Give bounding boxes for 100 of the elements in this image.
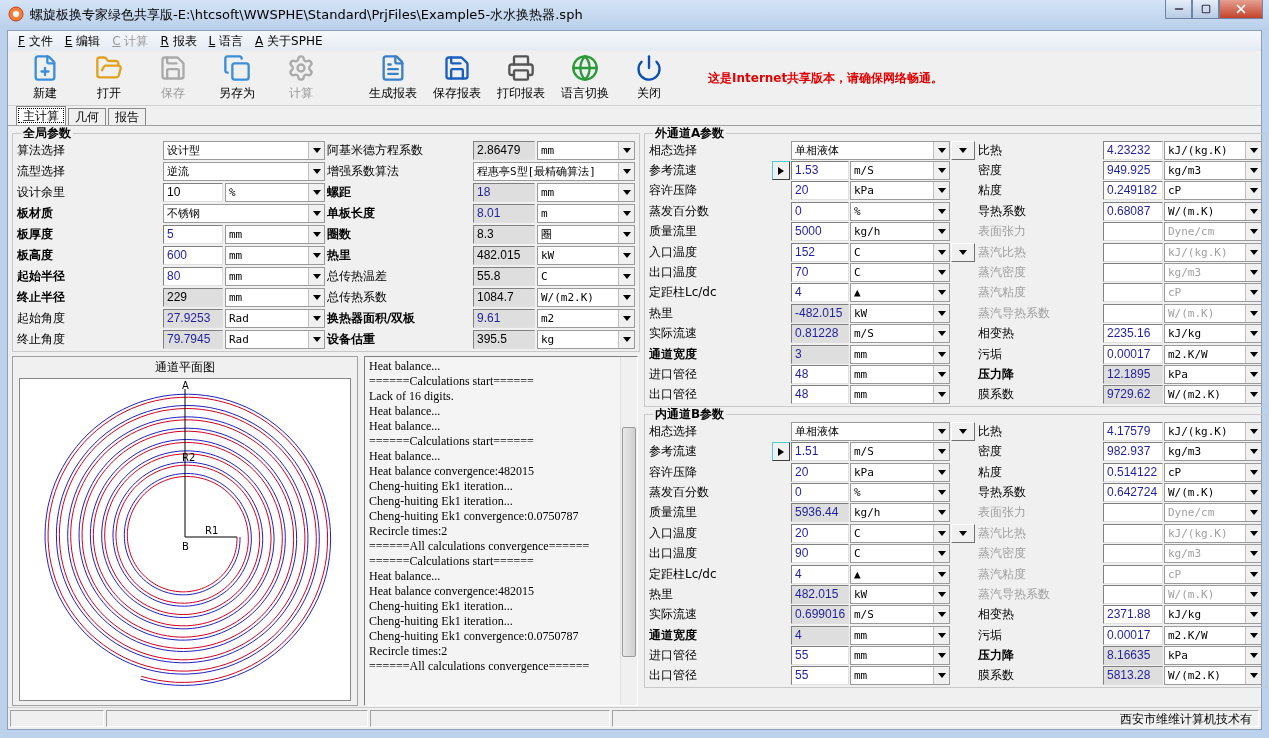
value-field[interactable]: 5000: [791, 222, 849, 242]
tab[interactable]: 报告: [108, 108, 146, 125]
toolbar-button[interactable]: 打开: [78, 52, 140, 104]
dropdown[interactable]: m/S: [850, 161, 950, 181]
dropdown[interactable]: W/(m.K): [1164, 482, 1262, 502]
value-field[interactable]: 0.699016: [791, 605, 849, 625]
dropdown[interactable]: m: [537, 204, 635, 223]
value-field[interactable]: 5: [163, 225, 223, 244]
value-field[interactable]: 152: [791, 242, 849, 262]
value-field[interactable]: 9729.62: [1103, 385, 1163, 405]
dropdown[interactable]: kPa: [1164, 646, 1262, 666]
dropdown[interactable]: W/(m2.K): [1164, 385, 1262, 405]
minimize-button[interactable]: [1165, 0, 1192, 19]
value-field[interactable]: 8.01: [473, 204, 535, 223]
dropdown[interactable]: 单相液体: [791, 421, 950, 441]
value-field[interactable]: 8.3: [473, 225, 535, 244]
value-field[interactable]: 90: [791, 544, 849, 564]
value-field[interactable]: 79.7945: [163, 330, 223, 349]
value-field[interactable]: 1.53: [791, 161, 849, 181]
dropdown-button[interactable]: [951, 140, 975, 160]
menu-item[interactable]: E 编辑: [58, 32, 107, 50]
menu-item[interactable]: A 关于SPHE: [249, 32, 329, 50]
value-field[interactable]: 0.642724: [1103, 482, 1163, 502]
value-field[interactable]: 9.61: [473, 309, 535, 328]
dropdown[interactable]: C: [537, 267, 635, 286]
toolbar-button[interactable]: 关闭: [618, 52, 680, 104]
dropdown[interactable]: cP: [1164, 181, 1262, 201]
dropdown[interactable]: mm: [225, 246, 325, 265]
value-field[interactable]: 0.00017: [1103, 625, 1163, 645]
toolbar-button[interactable]: 生成报表: [362, 52, 424, 104]
play-button[interactable]: [772, 442, 790, 462]
value-field[interactable]: 20: [791, 462, 849, 482]
value-field[interactable]: 0: [791, 201, 849, 221]
value-field[interactable]: 0.68087: [1103, 201, 1163, 221]
dropdown[interactable]: mm: [850, 646, 950, 666]
dropdown[interactable]: kW: [537, 246, 635, 265]
value-field[interactable]: 4: [791, 625, 849, 645]
value-field[interactable]: 982.937: [1103, 442, 1163, 462]
dropdown[interactable]: mm: [225, 267, 325, 286]
dropdown[interactable]: C: [850, 523, 950, 543]
value-field[interactable]: 55.8: [473, 267, 535, 286]
value-field[interactable]: 55: [791, 666, 849, 686]
value-field[interactable]: 0.514122: [1103, 462, 1163, 482]
dropdown[interactable]: mm: [225, 225, 325, 244]
value-field[interactable]: 20: [791, 523, 849, 543]
dropdown[interactable]: cP: [1164, 462, 1262, 482]
value-field[interactable]: 482.015: [791, 584, 849, 604]
dropdown[interactable]: mm: [850, 625, 950, 645]
dropdown[interactable]: kJ/(kg.K): [1164, 140, 1262, 160]
dropdown[interactable]: kW: [850, 303, 950, 323]
value-field[interactable]: 4.23232: [1103, 140, 1163, 160]
value-field[interactable]: 5813.28: [1103, 666, 1163, 686]
dropdown[interactable]: kg: [537, 330, 635, 349]
value-field[interactable]: 2235.16: [1103, 324, 1163, 344]
value-field[interactable]: 395.5: [473, 330, 535, 349]
dropdown[interactable]: m2.K/W: [1164, 625, 1262, 645]
dropdown[interactable]: mm: [850, 344, 950, 364]
value-field[interactable]: 2371.88: [1103, 605, 1163, 625]
value-field[interactable]: 1.51: [791, 442, 849, 462]
value-field[interactable]: 4: [791, 283, 849, 303]
dropdown[interactable]: 设计型: [163, 141, 325, 160]
value-field[interactable]: 482.015: [473, 246, 535, 265]
value-field[interactable]: 27.9253: [163, 309, 223, 328]
value-field[interactable]: 48: [791, 385, 849, 405]
dropdown[interactable]: Rad: [225, 309, 325, 328]
toolbar-button[interactable]: 保存报表: [426, 52, 488, 104]
dropdown[interactable]: %: [225, 183, 325, 202]
dropdown[interactable]: kJ/(kg.K): [1164, 421, 1262, 441]
dropdown[interactable]: kPa: [850, 181, 950, 201]
value-field[interactable]: -482.015: [791, 303, 849, 323]
dropdown[interactable]: mm: [537, 183, 635, 202]
value-field[interactable]: 0: [791, 482, 849, 502]
dropdown[interactable]: W/(m.K): [1164, 201, 1262, 221]
dropdown[interactable]: m2: [537, 309, 635, 328]
dropdown[interactable]: m/S: [850, 442, 950, 462]
value-field[interactable]: 20: [791, 181, 849, 201]
value-field[interactable]: 10: [163, 183, 223, 202]
dropdown[interactable]: kJ/kg: [1164, 324, 1262, 344]
dropdown[interactable]: m/S: [850, 324, 950, 344]
value-field[interactable]: 2.86479: [473, 141, 535, 160]
dropdown[interactable]: kJ/kg: [1164, 605, 1262, 625]
dropdown[interactable]: kPa: [850, 462, 950, 482]
toolbar-button[interactable]: 新建: [14, 52, 76, 104]
value-field[interactable]: 1084.7: [473, 288, 535, 307]
tab[interactable]: 主计算: [16, 106, 66, 125]
toolbar-button[interactable]: 打印报表: [490, 52, 552, 104]
maximize-button[interactable]: [1192, 0, 1219, 19]
value-field[interactable]: 5936.44: [791, 503, 849, 523]
dropdown[interactable]: ▲: [850, 283, 950, 303]
dropdown[interactable]: %: [850, 201, 950, 221]
dropdown[interactable]: 单相液体: [791, 140, 950, 160]
dropdown[interactable]: 圈: [537, 225, 635, 244]
value-field[interactable]: 949.925: [1103, 161, 1163, 181]
dropdown[interactable]: m/S: [850, 605, 950, 625]
dropdown[interactable]: %: [850, 482, 950, 502]
value-field[interactable]: 18: [473, 183, 535, 202]
value-field[interactable]: 70: [791, 263, 849, 283]
value-field[interactable]: 3: [791, 344, 849, 364]
dropdown[interactable]: mm: [850, 666, 950, 686]
dropdown[interactable]: W/(m2.K): [1164, 666, 1262, 686]
